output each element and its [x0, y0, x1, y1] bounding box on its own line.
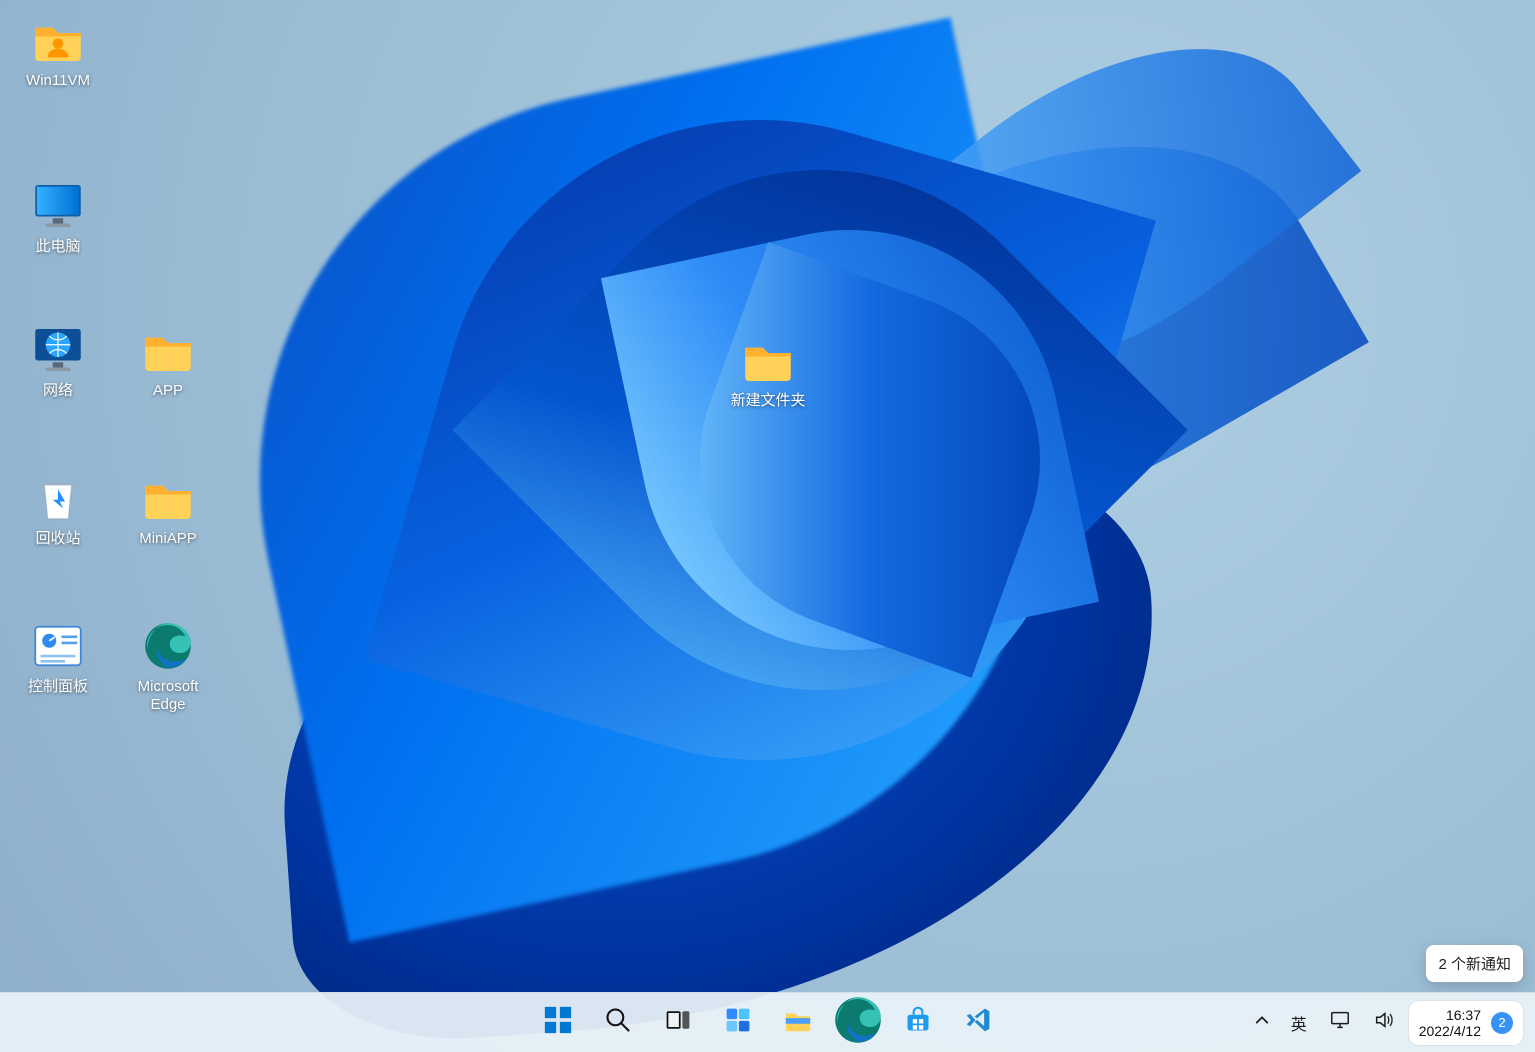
- user-folder-icon: [30, 12, 86, 68]
- explorer-icon: [783, 1005, 813, 1040]
- clock-text: 16:37 2022/4/12: [1419, 1007, 1481, 1039]
- tray-overflow-button[interactable]: [1247, 998, 1277, 1048]
- monitor-icon: [30, 178, 86, 234]
- notification-badge: 2: [1491, 1012, 1513, 1034]
- desktop[interactable]: Win11VM 此电脑网络 APP 回收站 MiniAPP 控制面板 Microsoft E…: [0, 0, 1535, 1052]
- edge-icon: [140, 618, 196, 674]
- desktop-icon-label: 新建文件夹: [718, 392, 818, 410]
- desktop-icon-recycle-bin[interactable]: 回收站: [8, 470, 108, 548]
- taskview-icon: [664, 1006, 692, 1039]
- network-tray-button[interactable]: [1321, 998, 1359, 1048]
- desktop-icon-label: 网络: [8, 382, 108, 400]
- search-icon: [604, 1006, 632, 1039]
- clock-time: 16:37: [1419, 1007, 1481, 1023]
- taskbar-edge-button[interactable]: [833, 998, 883, 1048]
- cpanel-icon: [30, 618, 86, 674]
- desktop-icon-label: Microsoft Edge: [118, 678, 218, 714]
- folder-icon: [740, 332, 796, 388]
- folder-icon: [140, 322, 196, 378]
- taskbar-file-explorer-button[interactable]: [773, 998, 823, 1048]
- taskbar-start-button[interactable]: [533, 998, 583, 1048]
- wallpaper-bloom: [0, 0, 1535, 1052]
- desktop-icon-network[interactable]: 网络: [8, 322, 108, 400]
- system-tray: 英 16:37 2022/4/12 2: [1247, 993, 1535, 1052]
- desktop-icon-app-folder[interactable]: APP: [118, 322, 218, 400]
- desktop-icon-label: Win11VM: [8, 72, 108, 90]
- ime-label: 英: [1291, 1011, 1307, 1035]
- clock-notification-area[interactable]: 16:37 2022/4/12 2: [1409, 1001, 1523, 1045]
- edge-icon: [830, 992, 886, 1052]
- taskbar-vscode-button[interactable]: [953, 998, 1003, 1048]
- desktop-icon-label: 此电脑: [8, 238, 108, 256]
- store-icon: [904, 1006, 932, 1039]
- recycle-icon: [30, 470, 86, 526]
- notification-tooltip: 2 个新通知: [1426, 945, 1523, 982]
- desktop-icon-new-folder[interactable]: 新建文件夹: [718, 332, 818, 410]
- desktop-icon-miniapp-folder[interactable]: MiniAPP: [118, 470, 218, 548]
- desktop-icon-this-pc[interactable]: 此电脑: [8, 178, 108, 256]
- network-icon: [30, 322, 86, 378]
- taskbar: 英 16:37 2022/4/12 2: [0, 992, 1535, 1052]
- desktop-icon-control-panel[interactable]: 控制面板: [8, 618, 108, 696]
- desktop-icon-user-folder[interactable]: Win11VM: [8, 12, 108, 90]
- widgets-icon: [724, 1006, 752, 1039]
- start-icon: [543, 1005, 573, 1040]
- desktop-icon-label: 控制面板: [8, 678, 108, 696]
- taskbar-widgets-button[interactable]: [713, 998, 763, 1048]
- clock-date: 2022/4/12: [1419, 1023, 1481, 1039]
- desktop-icon-label: 回收站: [8, 530, 108, 548]
- network-tray-icon: [1329, 1009, 1351, 1036]
- desktop-icon-label: MiniAPP: [118, 530, 218, 548]
- taskbar-search-button[interactable]: [593, 998, 643, 1048]
- taskbar-task-view-button[interactable]: [653, 998, 703, 1048]
- volume-icon: [1373, 1009, 1395, 1036]
- ime-indicator[interactable]: 英: [1283, 998, 1315, 1048]
- chevron-up-icon: [1255, 1013, 1269, 1032]
- vscode-icon: [964, 1006, 992, 1039]
- volume-tray-button[interactable]: [1365, 998, 1403, 1048]
- desktop-icon-edge[interactable]: Microsoft Edge: [118, 618, 218, 714]
- folder-icon: [140, 470, 196, 526]
- desktop-icon-label: APP: [118, 382, 218, 400]
- taskbar-ms-store-button[interactable]: [893, 998, 943, 1048]
